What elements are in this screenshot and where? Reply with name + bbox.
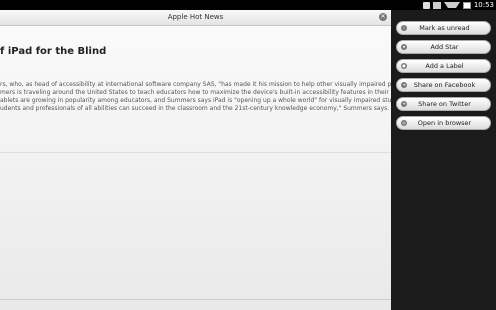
menu-item-label: Add a Label [425,62,464,70]
close-icon: ✕ [380,13,386,20]
window-title: Apple Hot News [167,13,224,21]
menu-item-label: Open in browser [417,119,472,127]
wifi-icon [443,2,460,8]
article-body-line: ablets are growing in popularity among e… [0,97,391,104]
add-star-button[interactable]: ★ Add Star [396,40,491,54]
mark-as-unread-button[interactable]: ✓ Mark as unread [396,21,491,35]
menu-item-label: Share on Twitter [418,100,471,108]
article-headline: f iPad for the Blind [0,46,107,57]
status-icons: 10:53 [422,0,494,10]
add-label-button[interactable]: ● Add a Label [396,59,491,73]
battery-icon [462,1,471,9]
open-in-browser-button[interactable]: ◎ Open in browser [396,116,491,130]
content-divider [0,152,391,153]
menu-item-label: Mark as unread [419,24,470,32]
action-menu: ✓ Mark as unread ★ Add Star ● Add a Labe… [391,10,496,310]
article-body-line: udents and professionals of all abilitie… [0,105,390,112]
close-button[interactable]: ✕ [379,13,387,21]
article-content[interactable]: f iPad for the Blind rs, who, as head of… [0,26,391,310]
article-body: rs, who, as head of accessibility at int… [0,81,391,113]
usb-icon [432,1,441,9]
article-body-line: mers is traveling around the United Stat… [0,89,389,96]
menu-item-label: Share on Facebook [413,81,476,89]
clock: 10:53 [473,1,494,9]
share-on-twitter-button[interactable]: ➜ Share on Twitter [396,97,491,111]
footer-divider [0,299,391,300]
menu-item-label: Add Star [430,43,459,51]
article-window: Apple Hot News ✕ f iPad for the Blind rs… [0,10,391,310]
status-bar: 10:53 [0,0,496,10]
share-on-facebook-button[interactable]: ➜ Share on Facebook [396,78,491,92]
sd-card-icon [422,1,430,9]
window-titlebar: Apple Hot News ✕ [0,10,391,26]
article-body-line: rs, who, as head of accessibility at int… [0,81,391,88]
